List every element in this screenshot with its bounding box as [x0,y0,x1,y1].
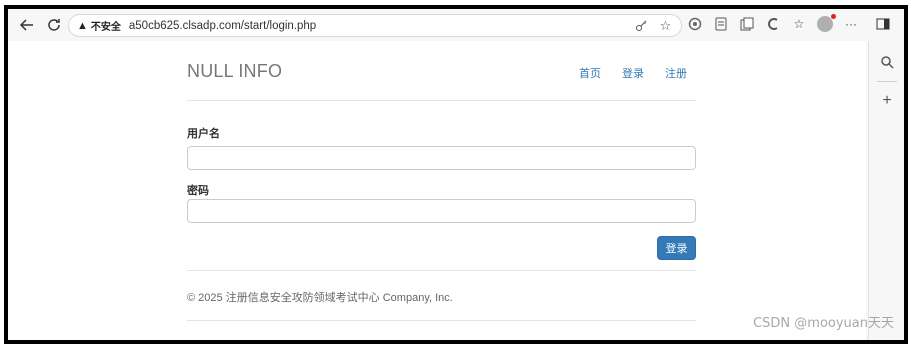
watermark: CSDN @mooyuan天天 [753,316,894,331]
page-content: NULL INFO 首页 登录 注册 用户名 密码 登录 © 2025 注册信息… [8,41,866,340]
top-nav: 首页 登录 注册 [579,65,687,81]
more-icon[interactable]: ··· [842,15,860,33]
divider [187,320,696,321]
password-input[interactable] [187,199,696,223]
divider [187,270,696,271]
username-label: 用户名 [187,128,220,140]
collections-icon[interactable] [738,15,756,33]
nav-home[interactable]: 首页 [579,65,601,81]
reading-view-icon[interactable] [712,15,730,33]
warning-icon[interactable]: ▲ [77,20,88,32]
nav-login[interactable]: 登录 [622,65,644,81]
key-icon[interactable] [633,18,648,33]
brand-logo[interactable]: NULL INFO [187,61,282,82]
page-header: NULL INFO 首页 登录 注册 [187,41,696,101]
sidebar-divider [876,81,897,82]
edge-sidebar: + [868,41,904,340]
sidebar-add-icon[interactable]: + [869,86,904,116]
username-input[interactable] [187,146,696,170]
browser-window: ▲ 不安全 a50cb625.clsadp.com/start/login.ph… [4,5,908,344]
url-text[interactable]: a50cb625.clsadp.com/start/login.php [129,20,316,32]
sidebar-toggle-icon[interactable] [874,15,892,33]
copilot-icon[interactable] [764,15,782,33]
star-icon[interactable]: ☆ [658,18,673,33]
password-label: 密码 [187,185,209,197]
nav-register[interactable]: 注册 [665,65,687,81]
footer-copyright: © 2025 注册信息安全攻防领域考试中心 Company, Inc. [187,292,453,304]
profile-avatar[interactable] [816,14,836,33]
login-button[interactable]: 登录 [657,236,696,260]
favorites-icon[interactable]: ☆ [790,15,808,33]
back-icon[interactable] [14,12,40,38]
address-bar[interactable]: ▲ 不安全 a50cb625.clsadp.com/start/login.ph… [68,14,682,37]
browser-toolbar: ▲ 不安全 a50cb625.clsadp.com/start/login.ph… [8,9,904,41]
insecure-label[interactable]: 不安全 [91,18,121,33]
reload-icon[interactable] [41,12,67,38]
sidebar-search-icon[interactable] [869,47,904,77]
extension-icon[interactable] [686,15,704,33]
